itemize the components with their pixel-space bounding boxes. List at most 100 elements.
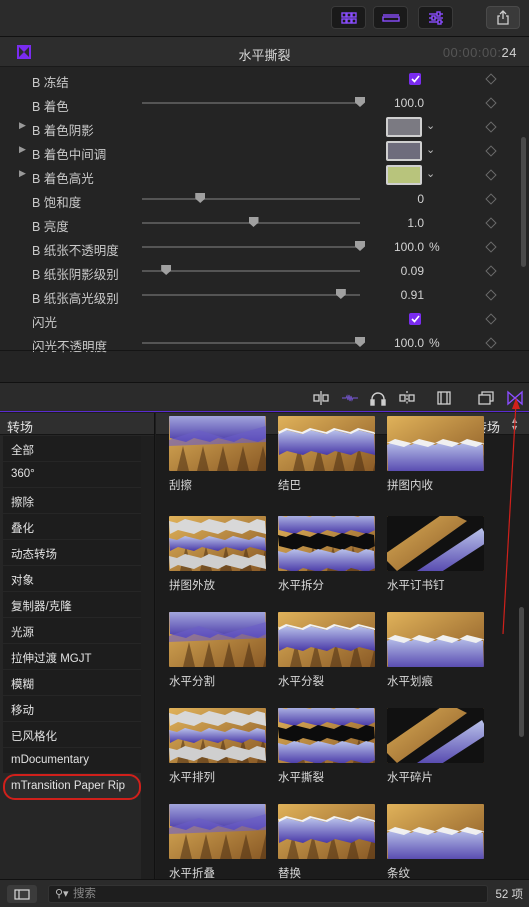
keyframe-diamond-icon[interactable] [485, 193, 497, 205]
search-input[interactable] [73, 887, 473, 901]
param-value[interactable]: 0.91 [370, 288, 424, 302]
chevron-down-icon[interactable]: ⌄ [426, 167, 435, 180]
transition-thumbnail[interactable] [169, 416, 266, 471]
keyframe-diamond-icon[interactable] [485, 265, 497, 277]
headphones-icon[interactable] [369, 390, 387, 406]
transition-thumbnail[interactable] [278, 804, 375, 859]
sidebar-item[interactable]: 360° [3, 462, 141, 488]
sidebar-item[interactable]: 叠化 [3, 514, 141, 540]
param-slider[interactable] [142, 241, 365, 251]
disclosure-triangle-icon[interactable]: ▶ [19, 168, 26, 179]
slider-knob[interactable] [161, 265, 172, 275]
sidebar-item[interactable]: 擦除 [3, 488, 141, 514]
disclosure-triangle-icon[interactable]: ▶ [19, 120, 26, 131]
transition-thumbnail[interactable] [387, 708, 484, 763]
transition-name[interactable]: 拼图外放 [169, 577, 215, 593]
keyframe-diamond-icon[interactable] [485, 313, 497, 325]
transition-thumbnail[interactable] [387, 416, 484, 471]
transition-thumbnail[interactable] [278, 416, 375, 471]
color-swatch[interactable] [386, 141, 422, 161]
param-value[interactable]: 0.09 [370, 264, 424, 278]
effects-browser-icon[interactable] [477, 390, 495, 406]
sidebar-item[interactable]: 已风格化 [3, 722, 141, 748]
transition-name[interactable]: 水平碎片 [387, 769, 433, 785]
slider-knob[interactable] [355, 337, 365, 347]
transition-thumbnail[interactable] [387, 516, 484, 571]
slider-knob[interactable] [355, 241, 365, 251]
timeline-view-button[interactable] [373, 6, 408, 29]
sidebar-item[interactable]: 对象 [3, 566, 141, 592]
param-slider[interactable] [142, 217, 360, 227]
color-swatch[interactable] [386, 117, 422, 137]
param-value[interactable]: 100.0 [370, 336, 424, 350]
transition-name[interactable]: 水平分裂 [278, 673, 324, 689]
content-scrollbar[interactable] [519, 607, 524, 737]
slider-knob[interactable] [335, 289, 346, 299]
transition-name[interactable]: 条纹 [387, 865, 410, 879]
audio-wave-icon[interactable] [341, 390, 359, 406]
filmstrip-icon[interactable] [435, 390, 453, 406]
snapping-icon[interactable] [398, 390, 416, 406]
sidebar-item[interactable]: 复制器/克隆 [3, 592, 141, 618]
param-slider[interactable] [142, 97, 365, 107]
transition-name[interactable]: 拼图内收 [387, 477, 433, 493]
keyframe-diamond-icon[interactable] [485, 217, 497, 229]
transition-thumbnail[interactable] [169, 708, 266, 763]
browser-view-button[interactable] [331, 6, 366, 29]
transition-name[interactable]: 水平划痕 [387, 673, 433, 689]
sidebar-item[interactable]: 拉伸过渡 MGJT [3, 644, 141, 670]
param-slider[interactable] [142, 193, 360, 203]
transition-name[interactable]: 刮擦 [169, 477, 192, 493]
transition-thumbnail[interactable] [278, 516, 375, 571]
transition-name[interactable]: 水平撕裂 [278, 769, 324, 785]
disclosure-triangle-icon[interactable]: ▶ [19, 144, 26, 155]
param-slider[interactable] [142, 265, 360, 275]
sidebar-item[interactable]: 移动 [3, 696, 141, 722]
param-value[interactable]: 100.0 [370, 240, 424, 254]
transition-name[interactable]: 水平拆分 [278, 577, 324, 593]
library-toggle-button[interactable] [7, 885, 37, 903]
transition-name[interactable]: 水平折叠 [169, 865, 215, 879]
sidebar-item[interactable]: mTransition Paper Rip [3, 774, 141, 800]
slider-knob[interactable] [355, 97, 365, 107]
keyframe-diamond-icon[interactable] [485, 169, 497, 181]
keyframe-diamond-icon[interactable] [485, 337, 497, 349]
transition-thumbnail[interactable] [169, 516, 266, 571]
search-field[interactable]: ⚲▾ [48, 885, 488, 903]
transitions-icon[interactable] [506, 390, 524, 406]
sidebar-item[interactable]: mDocumentary [3, 748, 141, 774]
chevron-down-icon[interactable]: ⌄ [426, 143, 435, 156]
param-value[interactable]: 1.0 [370, 216, 424, 230]
slider-knob[interactable] [195, 193, 206, 203]
sidebar-item[interactable]: 光源 [3, 618, 141, 644]
param-slider[interactable] [142, 337, 365, 347]
transition-thumbnail[interactable] [278, 612, 375, 667]
sidebar-item[interactable]: 全部 [3, 436, 141, 462]
keyframe-diamond-icon[interactable] [485, 241, 497, 253]
keyframe-diamond-icon[interactable] [485, 145, 497, 157]
param-checkbox[interactable] [409, 73, 421, 85]
keyframe-diamond-icon[interactable] [485, 121, 497, 133]
search-icon[interactable]: ⚲▾ [55, 887, 69, 900]
slider-knob[interactable] [248, 217, 259, 227]
transition-name[interactable]: 水平分割 [169, 673, 215, 689]
inspector-scrollbar[interactable] [521, 137, 526, 267]
param-value[interactable]: 100.0 [370, 96, 424, 110]
param-value[interactable]: 0 [370, 192, 424, 206]
color-swatch[interactable] [386, 165, 422, 185]
param-checkbox[interactable] [409, 313, 421, 325]
transition-name[interactable]: 水平排列 [169, 769, 215, 785]
transition-name[interactable]: 水平订书钉 [387, 577, 445, 593]
keyframe-diamond-icon[interactable] [485, 289, 497, 301]
sidebar-scroll-track[interactable] [141, 436, 154, 879]
transition-name[interactable]: 结巴 [278, 477, 301, 493]
transition-thumbnail[interactable] [387, 804, 484, 859]
sort-updown-icon[interactable]: ▲ ▼ [510, 416, 519, 433]
trim-icon[interactable] [312, 390, 330, 406]
param-slider[interactable] [142, 289, 360, 299]
transition-thumbnail[interactable] [169, 612, 266, 667]
transition-name[interactable]: 替换 [278, 865, 301, 879]
chevron-down-icon[interactable]: ⌄ [426, 119, 435, 132]
transition-thumbnail[interactable] [169, 804, 266, 859]
share-button[interactable] [486, 6, 520, 29]
